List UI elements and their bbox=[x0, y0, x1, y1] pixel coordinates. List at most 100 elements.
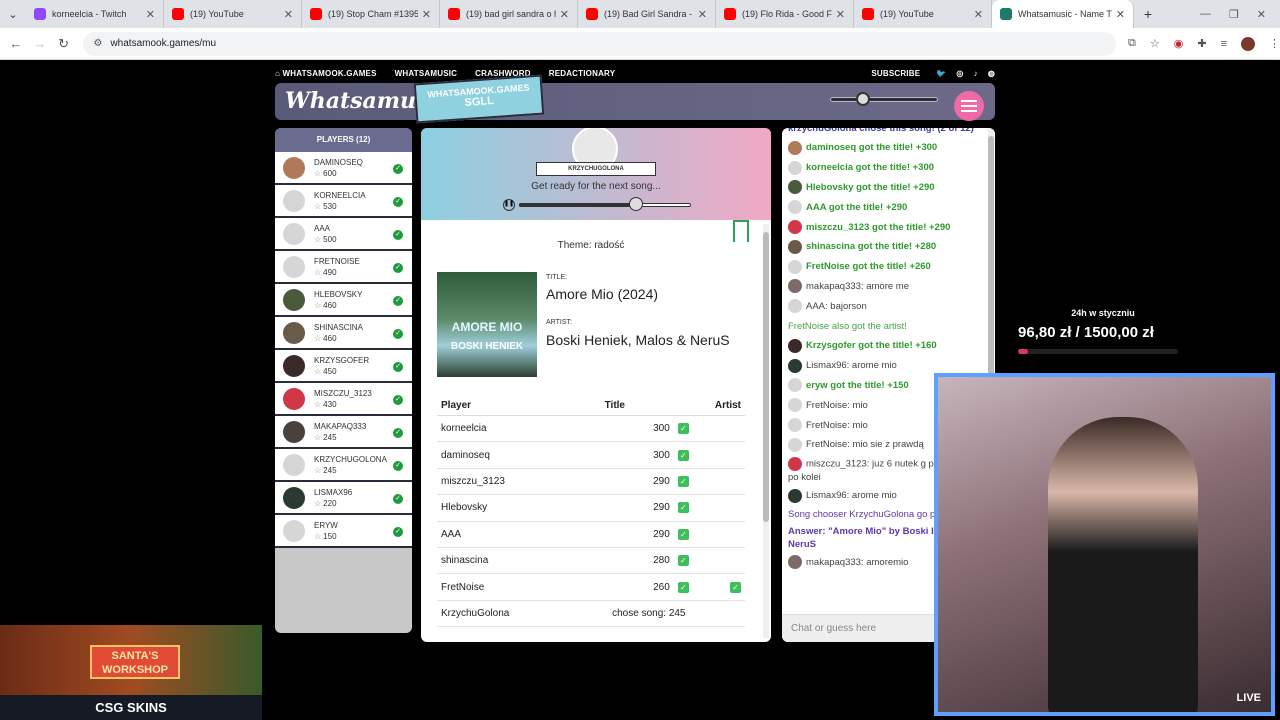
player-score: 245 bbox=[323, 465, 337, 475]
player-row[interactable]: SHINASCINA ☆ 460 ✓ bbox=[275, 317, 412, 350]
chat-avatar bbox=[788, 259, 802, 274]
browser-tab[interactable]: (19) Bad Girl Sandra - O H ✕ bbox=[578, 0, 716, 28]
tab-favicon bbox=[34, 8, 46, 20]
nav-home-label: WHATSAMOOK.GAMES bbox=[282, 68, 377, 78]
chat-text: FretNoise got the title! +260 bbox=[806, 261, 931, 273]
browser-tab[interactable]: (19) YouTube ✕ bbox=[164, 0, 302, 28]
maximize-icon[interactable]: ❐ bbox=[1229, 8, 1239, 21]
player-row[interactable]: MISZCZU_3123 ☆ 430 ✓ bbox=[275, 383, 412, 416]
tab-close-icon[interactable]: ✕ bbox=[698, 8, 707, 21]
reading-list-icon[interactable]: ≡ bbox=[1221, 38, 1227, 50]
new-tab-button[interactable]: + bbox=[1134, 6, 1162, 22]
player-row[interactable]: MAKAPAQ333 ☆ 245 ✓ bbox=[275, 416, 412, 449]
player-score: 530 bbox=[323, 201, 337, 211]
player-row[interactable]: KRZYCHUGOLONA ☆ 245 ✓ bbox=[275, 449, 412, 482]
url-input[interactable]: ⚙ whatsamook.games/mu bbox=[83, 31, 1117, 56]
browser-tab[interactable]: (19) bad girl sandra o hej ✕ bbox=[440, 0, 578, 28]
player-row[interactable]: HLEBOVSKY ☆ 460 ✓ bbox=[275, 284, 412, 317]
nav-home[interactable]: ⌂ WHATSAMOOK.GAMES bbox=[275, 69, 377, 78]
player-row[interactable]: LISMAX96 ☆ 220 ✓ bbox=[275, 482, 412, 515]
chat-avatar bbox=[788, 200, 802, 215]
star-icon: ☆ bbox=[314, 498, 322, 508]
round-status: KRZYCHUGOLONA Get ready for the next son… bbox=[421, 128, 771, 220]
tab-close-icon[interactable]: ✕ bbox=[836, 8, 845, 21]
tiktok-icon[interactable]: ♪ bbox=[974, 69, 978, 78]
chat-message: korneelcia got the title! +300 bbox=[788, 158, 981, 178]
tab-close-icon[interactable]: ✕ bbox=[422, 8, 431, 21]
profile-avatar[interactable] bbox=[1241, 36, 1255, 51]
player-row[interactable]: AAA ☆ 500 ✓ bbox=[275, 218, 412, 251]
progress-fill bbox=[519, 203, 636, 207]
puzzle-icon[interactable]: ✚ bbox=[1197, 37, 1206, 50]
player-row[interactable]: KORNEELCIA ☆ 530 ✓ bbox=[275, 185, 412, 218]
browser-tab[interactable]: (19) YouTube ✕ bbox=[854, 0, 992, 28]
hamburger-menu-button[interactable] bbox=[954, 91, 984, 121]
discord-icon[interactable]: ◍ bbox=[988, 69, 995, 78]
chat-text: AAA got the title! +290 bbox=[806, 201, 908, 213]
star-icon: ☆ bbox=[314, 267, 322, 277]
tab-close-icon[interactable]: ✕ bbox=[1116, 8, 1125, 21]
browser-tab[interactable]: (19) Flo Rida - Good Feeli ✕ bbox=[716, 0, 854, 28]
player-score: 500 bbox=[323, 234, 337, 244]
chat-text: FretNoise: mio sie z prawdą bbox=[806, 439, 924, 451]
player-score: 430 bbox=[323, 399, 337, 409]
chat-avatar bbox=[788, 456, 802, 471]
web-page: ⌂ WHATSAMOOK.GAMES WHATSAMUSIC CRASHWORD… bbox=[0, 61, 1280, 720]
player-name: ERYW bbox=[314, 520, 338, 530]
player-row[interactable]: KRZYSGOFER ☆ 450 ✓ bbox=[275, 350, 412, 383]
pause-icon[interactable]: ❚❚ bbox=[503, 199, 515, 211]
minimize-icon[interactable]: — bbox=[1200, 8, 1211, 21]
result-player: KrzychuGolona bbox=[437, 600, 601, 628]
player-row[interactable]: ERYW ☆ 150 ✓ bbox=[275, 515, 412, 548]
tab-close-icon[interactable]: ✕ bbox=[560, 8, 569, 21]
goal-bar bbox=[1018, 349, 1178, 354]
forward-icon[interactable]: → bbox=[28, 36, 52, 51]
site-info-icon[interactable]: ⚙ bbox=[93, 38, 102, 49]
browser-tab[interactable]: Whatsamusic - Name Tha ✕ bbox=[992, 0, 1134, 28]
chat-text: Lismax96: arome mio bbox=[806, 490, 897, 502]
tab-search-icon[interactable]: ⌄ bbox=[0, 0, 26, 28]
results-scrollbar[interactable] bbox=[763, 224, 769, 638]
more-menu-icon[interactable]: ⋮ bbox=[1269, 37, 1280, 50]
chat-avatar bbox=[788, 180, 802, 195]
browser-tab[interactable]: (19) Stop Cham #1395 - N ✕ bbox=[302, 0, 440, 28]
instagram-icon[interactable]: ◎ bbox=[956, 69, 963, 78]
subscribe-link[interactable]: SUBSCRIBE bbox=[871, 69, 920, 78]
room-badge: WHATSAMOOK.GAMES SGLL bbox=[413, 74, 545, 124]
twitter-icon[interactable]: 🐦 bbox=[936, 69, 946, 78]
browser-tab[interactable]: korneelcia - Twitch ✕ bbox=[26, 0, 164, 28]
extension-icon[interactable]: ◉ bbox=[1174, 37, 1184, 50]
reload-icon[interactable]: ↻ bbox=[52, 36, 76, 52]
tab-close-icon[interactable]: ✕ bbox=[146, 8, 155, 21]
check-icon: ✓ bbox=[677, 555, 689, 567]
volume-slider[interactable] bbox=[830, 92, 938, 106]
translate-icon[interactable]: ⧉ bbox=[1128, 37, 1136, 50]
back-icon[interactable]: ← bbox=[4, 36, 28, 51]
nav-whatsamusic[interactable]: WHATSAMUSIC bbox=[395, 69, 458, 78]
player-name: FRETNOISE bbox=[314, 256, 360, 266]
game-header: Whatsamusic WHATSAMOOK.GAMES SGLL bbox=[275, 74, 995, 124]
player-row[interactable]: DAMINOSEQ ☆ 600 ✓ bbox=[275, 152, 412, 185]
chat-text: FretNoise: mio bbox=[806, 419, 868, 431]
close-window-icon[interactable]: ✕ bbox=[1257, 8, 1266, 21]
avatar bbox=[283, 453, 305, 476]
chat-text: Krzysgofer got the title! +160 bbox=[806, 340, 937, 352]
tab-close-icon[interactable]: ✕ bbox=[974, 8, 983, 21]
player-name: KRZYSGOFER bbox=[314, 355, 370, 365]
song-artist: Boski Heniek, Malos & NeruS bbox=[546, 332, 730, 348]
avatar bbox=[283, 387, 305, 410]
tab-title: (19) Bad Girl Sandra - O H bbox=[604, 9, 694, 19]
table-row: korneelcia 300 ✓ bbox=[437, 415, 745, 443]
volume-knob[interactable] bbox=[856, 92, 870, 106]
bookmark-star-icon[interactable]: ☆ bbox=[1150, 37, 1160, 50]
tab-close-icon[interactable]: ✕ bbox=[284, 8, 293, 21]
nav-redactionary[interactable]: REDACTIONARY bbox=[549, 69, 616, 78]
player-name: KORNEELCIA bbox=[314, 190, 366, 200]
cover-artist-text: BOSKI HENIEK bbox=[450, 341, 524, 352]
chat-avatar bbox=[788, 555, 802, 570]
avatar bbox=[283, 222, 305, 245]
player-row[interactable]: FRETNOISE ☆ 490 ✓ bbox=[275, 251, 412, 284]
tab-favicon bbox=[862, 8, 874, 20]
tab-title: (19) bad girl sandra o hej bbox=[466, 9, 556, 19]
result-player: daminoseq bbox=[437, 441, 601, 469]
